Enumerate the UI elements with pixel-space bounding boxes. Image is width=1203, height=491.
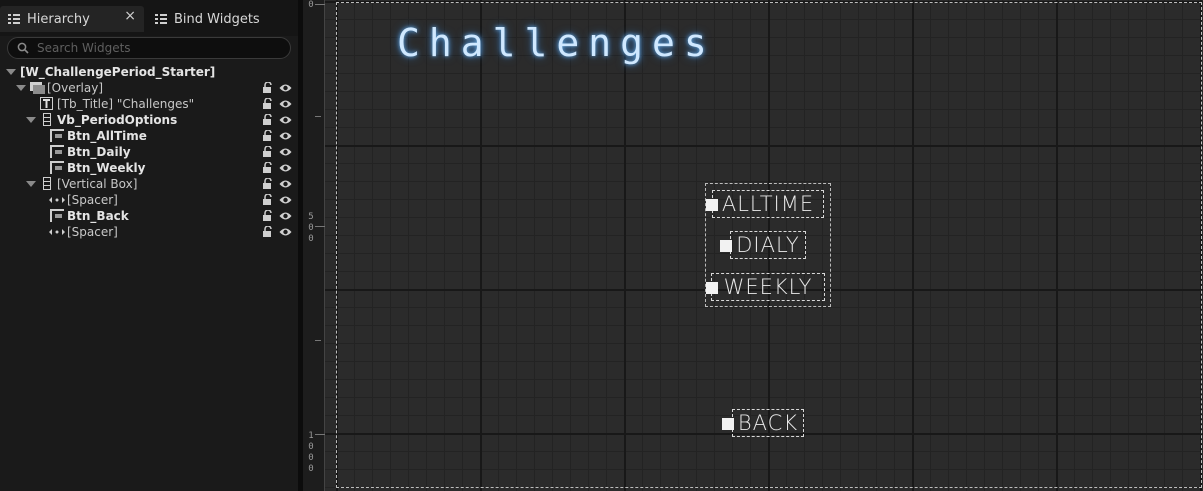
search-input[interactable] bbox=[35, 40, 279, 56]
ruler-tick bbox=[315, 226, 325, 227]
anchor-handle[interactable] bbox=[722, 418, 734, 430]
eye-icon[interactable] bbox=[279, 131, 292, 141]
search-box[interactable] bbox=[7, 37, 291, 59]
close-icon[interactable]: × bbox=[124, 8, 136, 24]
tree-label: Vb_PeriodOptions bbox=[57, 113, 178, 127]
tree-label: Btn_Weekly bbox=[67, 161, 146, 175]
ruler-label: 0 bbox=[308, 453, 314, 463]
vertical-box-icon bbox=[43, 113, 51, 126]
tree-label: [Overlay] bbox=[47, 81, 104, 95]
ruler-label: 0 bbox=[308, 0, 314, 10]
ruler-tick bbox=[315, 4, 325, 5]
tree-label: [Spacer] bbox=[67, 225, 118, 239]
text-block-icon bbox=[40, 97, 53, 110]
ruler-label: 0 bbox=[308, 442, 314, 452]
lock-icon[interactable] bbox=[262, 178, 274, 190]
expand-arrow-icon[interactable] bbox=[16, 85, 26, 91]
search-icon bbox=[17, 42, 29, 54]
eye-icon[interactable] bbox=[279, 147, 292, 157]
back-button-label: BACK bbox=[737, 411, 799, 435]
tab-bind-widgets[interactable]: Bind Widgets bbox=[147, 6, 295, 32]
anchor-handle[interactable] bbox=[706, 199, 718, 211]
designer-canvas[interactable]: 0 5 0 0 1 0 0 0 Challenges ALLTIME DIALY… bbox=[303, 0, 1203, 491]
weekly-button[interactable]: WEEKLY bbox=[706, 273, 825, 301]
lock-icon[interactable] bbox=[262, 114, 274, 126]
anchor-handle[interactable] bbox=[706, 282, 718, 294]
button-icon bbox=[50, 129, 64, 142]
tree-row-title[interactable]: [Tb_Title] "Challenges" bbox=[0, 96, 298, 112]
eye-icon[interactable] bbox=[279, 227, 292, 237]
ruler-label: 5 bbox=[308, 212, 314, 222]
lock-icon[interactable] bbox=[262, 98, 274, 110]
vertical-box-icon bbox=[43, 177, 51, 190]
ruler-label: 0 bbox=[308, 223, 314, 233]
lock-icon[interactable] bbox=[262, 146, 274, 158]
tree-row-btn-alltime[interactable]: Btn_AllTime bbox=[0, 128, 298, 144]
tree-row-root[interactable]: [W_ChallengePeriod_Starter] bbox=[0, 64, 298, 80]
tree-label-prefix: [Tb_Title] bbox=[57, 97, 117, 111]
tree-row-spacer-bottom[interactable]: [Spacer] bbox=[0, 224, 298, 240]
ruler-label: 1 bbox=[308, 431, 314, 441]
tree-label: [Spacer] bbox=[67, 193, 118, 207]
tree-row-btn-weekly[interactable]: Btn_Weekly bbox=[0, 160, 298, 176]
tree-label: Btn_Daily bbox=[67, 145, 131, 159]
challenges-title[interactable]: Challenges bbox=[397, 21, 716, 65]
eye-icon[interactable] bbox=[279, 211, 292, 221]
tab-hierarchy-label: Hierarchy bbox=[27, 11, 90, 27]
eye-icon[interactable] bbox=[279, 195, 292, 205]
lock-icon[interactable] bbox=[262, 210, 274, 222]
back-button[interactable]: BACK bbox=[722, 409, 804, 437]
tree-row-spacer-top[interactable]: [Spacer] bbox=[0, 192, 298, 208]
hierarchy-panel: Hierarchy × Bind Widgets [W_ChallengePer… bbox=[0, 0, 298, 491]
vertical-ruler: 0 5 0 0 1 0 0 0 bbox=[303, 0, 325, 491]
lock-icon[interactable] bbox=[262, 226, 274, 238]
spacer-icon bbox=[49, 229, 65, 235]
expand-arrow-icon[interactable] bbox=[26, 117, 36, 123]
daily-button[interactable]: DIALY bbox=[720, 231, 806, 259]
ruler-label: 0 bbox=[308, 234, 314, 244]
tree-row-btn-daily[interactable]: Btn_Daily bbox=[0, 144, 298, 160]
alltime-button[interactable]: ALLTIME bbox=[706, 190, 824, 218]
vb-period-options-box[interactable]: ALLTIME DIALY WEEKLY bbox=[705, 183, 831, 307]
expand-arrow-icon[interactable] bbox=[26, 181, 36, 187]
tree-label: Btn_Back bbox=[67, 209, 129, 223]
weekly-button-label: WEEKLY bbox=[723, 275, 813, 299]
spacer-icon bbox=[49, 197, 65, 203]
tree-row-overlay[interactable]: [Overlay] bbox=[0, 80, 298, 96]
tree-label: [W_ChallengePeriod_Starter] bbox=[20, 65, 216, 79]
lock-icon[interactable] bbox=[262, 194, 274, 206]
tree-label: "Challenges" bbox=[116, 97, 195, 111]
expand-arrow-icon[interactable] bbox=[6, 69, 16, 75]
tree-row-vb-period-options[interactable]: Vb_PeriodOptions bbox=[0, 112, 298, 128]
eye-icon[interactable] bbox=[279, 115, 292, 125]
ruler-tick bbox=[315, 116, 321, 117]
button-icon bbox=[50, 209, 64, 222]
ruler-label: 0 bbox=[308, 464, 314, 474]
ruler-tick bbox=[315, 434, 325, 435]
eye-icon[interactable] bbox=[279, 179, 292, 189]
button-icon bbox=[50, 161, 64, 174]
eye-icon[interactable] bbox=[279, 99, 292, 109]
tree-row-vertical-box[interactable]: [Vertical Box] bbox=[0, 176, 298, 192]
lock-icon[interactable] bbox=[262, 82, 274, 94]
bind-widgets-icon bbox=[155, 14, 167, 24]
hierarchy-icon bbox=[8, 14, 20, 24]
tab-bar: Hierarchy × Bind Widgets bbox=[0, 0, 298, 36]
tree-label: Btn_AllTime bbox=[67, 129, 147, 143]
overlay-icon bbox=[30, 82, 45, 94]
ruler-tick bbox=[315, 340, 321, 341]
lock-icon[interactable] bbox=[262, 162, 274, 174]
daily-button-label: DIALY bbox=[736, 233, 800, 257]
tab-hierarchy[interactable]: Hierarchy × bbox=[0, 6, 144, 32]
alltime-button-label: ALLTIME bbox=[721, 192, 815, 216]
tree-row-btn-back[interactable]: Btn_Back bbox=[0, 208, 298, 224]
eye-icon[interactable] bbox=[279, 163, 292, 173]
button-icon bbox=[50, 145, 64, 158]
eye-icon[interactable] bbox=[279, 83, 292, 93]
tab-bind-widgets-label: Bind Widgets bbox=[174, 11, 260, 27]
lock-icon[interactable] bbox=[262, 130, 274, 142]
anchor-handle[interactable] bbox=[720, 240, 732, 252]
tree-label: [Vertical Box] bbox=[57, 177, 138, 191]
